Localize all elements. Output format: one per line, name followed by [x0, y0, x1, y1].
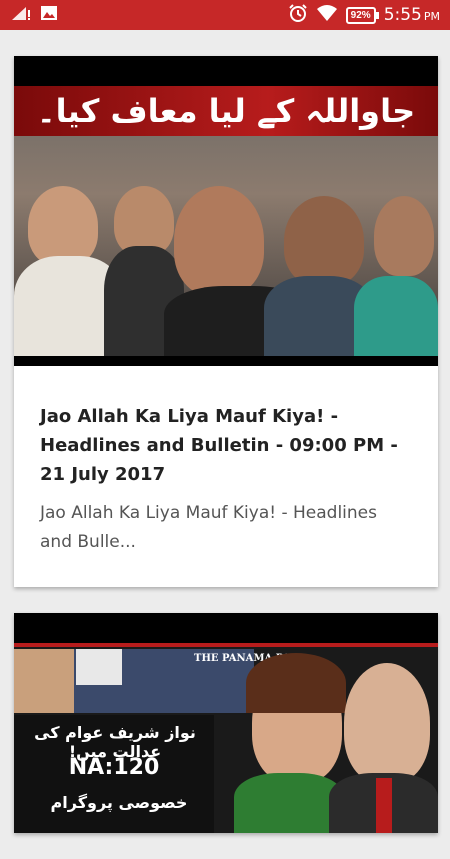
- card-title[interactable]: Jao Allah Ka Liya Mauf Kiya! - Headlines…: [40, 402, 412, 489]
- alarm-icon: [288, 3, 308, 28]
- clock: 5:55 PM: [384, 5, 440, 25]
- clock-time: 5:55: [383, 5, 422, 25]
- battery-icon: 92%: [345, 6, 379, 24]
- card-description: Jao Allah Ka Liya Mauf Kiya! - Headlines…: [40, 503, 377, 552]
- video-thumbnail[interactable]: جاواللہ کے لیا معاف کیا۔: [14, 56, 438, 366]
- status-bar: 92% 5:55 PM: [0, 0, 450, 30]
- battery-level: 92%: [350, 9, 371, 21]
- video-thumbnail[interactable]: THE PANAMA PA نواز شریف عوام کی عدالت می…: [14, 613, 438, 833]
- card-body[interactable]: Jao Allah Ka Liya Mauf Kiya! - Headlines…: [14, 366, 438, 587]
- thumbnail-image: THE PANAMA PA نواز شریف عوام کی عدالت می…: [14, 643, 438, 833]
- news-feed[interactable]: جاواللہ کے لیا معاف کیا۔ Jao Allah Ka Li…: [14, 56, 438, 859]
- image-icon: [40, 5, 58, 26]
- clock-ampm: PM: [423, 10, 440, 23]
- thumbnail-caption: جاواللہ کے لیا معاف کیا۔: [14, 86, 438, 136]
- thumbnail-caption-2: NA:120: [68, 755, 160, 780]
- signal-icon: [10, 5, 32, 26]
- wifi-icon: [316, 4, 338, 27]
- news-card[interactable]: THE PANAMA PA نواز شریف عوام کی عدالت می…: [14, 613, 438, 833]
- thumbnail-caption-3: خصوصی پروگرام: [50, 793, 188, 812]
- news-card[interactable]: جاواللہ کے لیا معاف کیا۔ Jao Allah Ka Li…: [14, 56, 438, 587]
